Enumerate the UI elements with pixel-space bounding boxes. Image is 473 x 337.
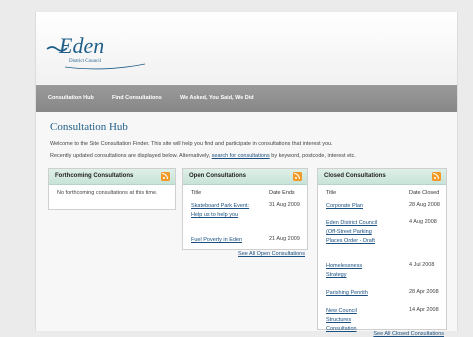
open-row-title[interactable]: Fuel Poverty in Eden: [191, 236, 263, 245]
open-col-date: Date Ends: [269, 190, 295, 196]
closed-col-date: Date Closed: [409, 190, 440, 196]
rss-feed-icon[interactable]: [161, 172, 170, 181]
forthcoming-panel: Forthcoming Consultations No forthcoming…: [48, 168, 176, 210]
see-all-open-link[interactable]: See All Open Consultations: [238, 251, 305, 257]
rss-feed-icon[interactable]: [293, 172, 302, 181]
closed-row-title[interactable]: Eden District Council (Off-Street Parkin…: [326, 219, 388, 246]
main-nav: Consultation Hub Find Consultations We A…: [36, 85, 457, 112]
open-row-date: 31 Aug 2009: [269, 202, 300, 208]
intro-text: Welcome to the Site Consultation Finder.…: [50, 141, 333, 147]
see-all-closed-link[interactable]: See All Closed Consultations: [373, 331, 444, 337]
closed-col-title: Title: [326, 190, 337, 196]
intro-text-before: Recently updated consultations are displ…: [50, 153, 211, 159]
intro-search-line: Recently updated consultations are displ…: [50, 153, 356, 159]
open-row-title[interactable]: Skateboard Park Event: Help us to help y…: [191, 202, 253, 220]
closed-row-date: 28 Aug 2008: [409, 202, 440, 208]
forthcoming-empty-message: No forthcoming consultations at this tim…: [57, 190, 158, 196]
closed-row-date: 4 Aug 2008: [409, 219, 437, 225]
closed-title: Closed Consultations: [324, 173, 386, 179]
nav-we-asked-you-said[interactable]: We Asked, You Said, We Did: [180, 95, 254, 101]
closed-row-title[interactable]: New Council Structures Consultation: [326, 307, 378, 334]
search-consultations-link[interactable]: search for consultations: [212, 153, 270, 159]
closed-row-title[interactable]: Parishing Penrith: [326, 289, 394, 298]
closed-row-date: 14 Apr 2008: [409, 307, 439, 313]
forthcoming-panel-header: Forthcoming Consultations: [49, 169, 175, 185]
page-frame: Eden District Council Consultation Hub F…: [35, 12, 458, 337]
open-title: Open Consultations: [189, 173, 246, 179]
closed-row-date: 28 Apr 2008: [409, 289, 439, 295]
closed-row-date: 4 Jul 2008: [409, 262, 435, 268]
closed-panel: Closed Consultations Title Date Closed C…: [317, 168, 447, 337]
open-panel-header: Open Consultations: [183, 169, 307, 185]
closed-panel-header: Closed Consultations: [318, 169, 446, 185]
closed-row-title[interactable]: Homelessness Strategy: [326, 262, 384, 280]
open-panel: Open Consultations Title Date Ends Skate…: [182, 168, 308, 257]
logo-subtitle: District Council: [69, 59, 102, 64]
rss-feed-icon[interactable]: [432, 172, 441, 181]
open-col-title: Title: [191, 190, 202, 196]
logo-wordmark: Eden: [59, 33, 105, 58]
eden-logo[interactable]: Eden District Council: [45, 24, 155, 74]
nav-find-consultations[interactable]: Find Consultations: [112, 95, 162, 101]
intro-text-after: by keyword, postcode, interest etc.: [271, 153, 356, 159]
closed-row-title[interactable]: Corporate Plan: [326, 202, 394, 211]
forthcoming-title: Forthcoming Consultations: [55, 173, 134, 179]
main-content: Consultation Hub Welcome to the Site Con…: [36, 112, 457, 337]
site-header: Eden District Council: [36, 12, 457, 84]
page-title: Consultation Hub: [50, 121, 128, 133]
open-row-date: 21 Aug 2009: [269, 236, 300, 242]
nav-consultation-hub[interactable]: Consultation Hub: [48, 95, 94, 101]
